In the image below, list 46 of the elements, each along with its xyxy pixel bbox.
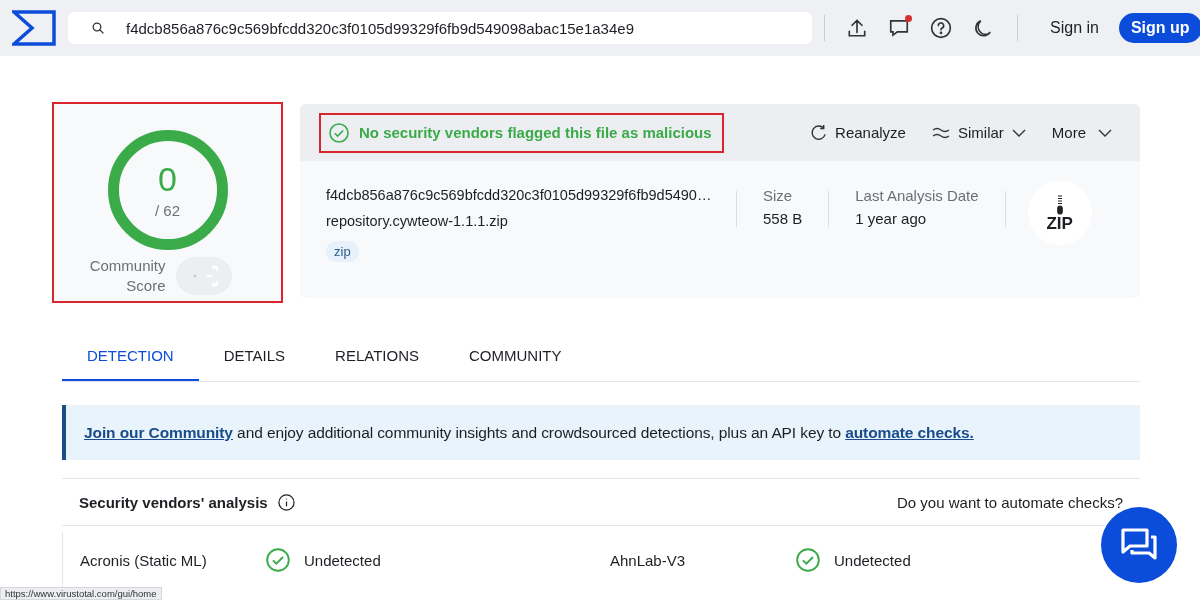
file-name: repository.cywteow-1.1.1.zip [326, 213, 509, 229]
file-type-badge: ZIP [1027, 181, 1092, 245]
section-title: Security vendors' analysis [79, 493, 268, 511]
caret-icon [1011, 128, 1026, 137]
check-circle-icon [329, 122, 349, 143]
banner-link[interactable]: automate checks. [845, 424, 974, 441]
reanalyze-button[interactable]: Reanalyze [810, 124, 906, 141]
sign-in-link[interactable]: Sign in [1044, 15, 1105, 41]
banner-link[interactable]: Join our Community [84, 424, 233, 441]
search-field[interactable]: f4dcb856a876c9c569bfcdd320c3f0105d99329f6fb9d549098abac15e1a34e9 [68, 12, 812, 44]
sign-up-button[interactable]: Sign up [1118, 13, 1200, 43]
chat-icon [888, 17, 910, 39]
upload-icon [846, 17, 868, 39]
stat-label: Size [763, 187, 794, 204]
tab[interactable]: COMMUNITY [444, 334, 587, 381]
verdict-text: No security vendors flagged this file as malicious [359, 124, 712, 141]
tab[interactable]: RELATIONS [310, 334, 444, 381]
reload-icon [810, 124, 828, 141]
help-icon [930, 17, 952, 39]
engine-total: / 62 [155, 201, 180, 219]
tab[interactable]: DETECTION [62, 334, 199, 381]
vendor-result: Undetected [834, 551, 911, 569]
waves-icon [931, 126, 950, 139]
file-hash: f4dcb856a876c9c569bfcdd320c3f0105d99329f6fb9d5490… [326, 187, 713, 203]
file-tag[interactable]: zip [326, 241, 359, 262]
community-score-label: Community Score [88, 256, 166, 296]
automate-prompt: Do you want to automate checks? [897, 493, 1123, 511]
score-slider[interactable] [175, 257, 232, 295]
moon-icon [972, 17, 994, 39]
community-banner: Join our Community and enjoy additional community insights and crowdsourced detections, plus an API key to automate checks. [62, 405, 1140, 460]
stat-value: 1 year ago [855, 210, 928, 227]
zipper-icon [1054, 194, 1065, 215]
stat-label: Last Analysis Date [855, 187, 979, 204]
stat-value: 558 B [763, 210, 803, 227]
vendor-name: AhnLab-V3 [610, 551, 687, 569]
vendor-result: Undetected [304, 551, 381, 569]
info-icon[interactable] [277, 493, 295, 511]
status-bar-url: https://www.virustotal.com/gui/home [0, 587, 162, 600]
logo-icon[interactable] [12, 10, 56, 46]
tab[interactable]: DETAILS [198, 334, 311, 381]
more-menu[interactable]: More [1051, 124, 1112, 141]
vendor-name: Acronis (Static ML) [80, 551, 208, 569]
chat-bubbles-icon [1120, 527, 1158, 563]
similar-menu[interactable]: Similar [931, 124, 1026, 141]
caret-icon [1098, 128, 1112, 137]
detection-count: 0 [158, 161, 177, 196]
